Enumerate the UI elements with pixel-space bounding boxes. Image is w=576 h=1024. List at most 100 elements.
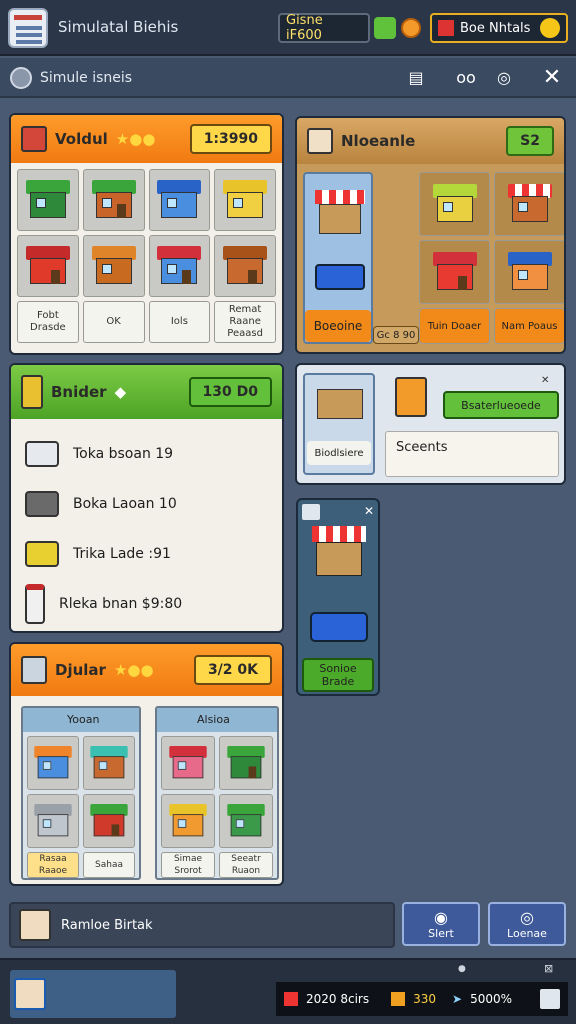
alert-icon[interactable]: ◎: [492, 66, 516, 90]
dot-icon: ●: [458, 964, 466, 974]
monitor-icon[interactable]: ▤: [404, 66, 428, 90]
app-icon[interactable]: [8, 8, 48, 48]
shop-icon: [21, 126, 47, 152]
shop-label[interactable]: OK: [82, 301, 145, 343]
arrow-icon: ➤: [452, 992, 463, 1006]
building-tile[interactable]: [214, 169, 276, 231]
tile-label[interactable]: Seeatr Ruaon: [219, 852, 273, 878]
close-icon[interactable]: ✕: [364, 504, 374, 518]
gem-icon: ◆: [114, 383, 127, 401]
star-icon: ★●●: [113, 661, 154, 679]
globe-icon: ◎: [520, 908, 534, 927]
building-tile[interactable]: [219, 794, 273, 848]
building-tile[interactable]: [83, 794, 135, 848]
gold-icon: [540, 18, 560, 38]
building-tile[interactable]: [82, 235, 145, 297]
shop-label[interactable]: Iols: [148, 301, 211, 343]
stat-1: 2020 8cirs: [306, 992, 370, 1006]
toolbar: Simule isneis ▤ oo ◎ ✕: [0, 58, 576, 98]
subpanel-b-grid: Simae Srorot Seeatr Ruaon: [157, 732, 277, 882]
panel-builder-value[interactable]: 130 D0: [188, 377, 272, 407]
panel-popular-title: Djular: [55, 661, 106, 679]
status-box[interactable]: Boe Nhtals: [430, 13, 568, 43]
edit-icon[interactable]: [302, 504, 320, 520]
builder-list: Toka bsoan 19 Boka Laoan 10 Trika Lade :…: [11, 419, 282, 629]
avatar: [14, 978, 46, 1010]
detail-card[interactable]: Biodlsiere: [303, 373, 375, 475]
panel-upgrade: ✕ Sonioe Brade: [296, 498, 380, 696]
building-tile[interactable]: [27, 794, 79, 848]
top-bar: Simulatal Biehis Gisne iF600 Boe Nhtals: [0, 0, 576, 56]
building-tile[interactable]: [148, 169, 211, 231]
list-item[interactable]: Boka Laoan 10: [11, 479, 282, 529]
building-tile[interactable]: [494, 172, 564, 236]
start-button[interactable]: ◉ Slert: [402, 902, 480, 946]
close-icon[interactable]: ✕: [541, 375, 549, 386]
list-item-label: Toka bsoan 19: [73, 446, 174, 462]
blocks-icon: [21, 375, 43, 409]
detail-field[interactable]: Sceents: [385, 431, 559, 477]
avatar: [19, 909, 51, 941]
subpanel-a: Yooan Rasaa Raaoe Sahaa: [21, 706, 141, 880]
subpanel-b-title: Alsioa: [157, 708, 277, 732]
building-tile[interactable]: [82, 169, 145, 231]
window-title: Simulatal Biehis: [58, 18, 179, 36]
add-money-icon[interactable]: [374, 17, 396, 39]
toolbar-title: Simule isneis: [40, 70, 133, 86]
panel-popular-value: 3/2 0K: [193, 655, 272, 685]
close-icon[interactable]: ⊠: [544, 962, 553, 975]
compass-icon: ◉: [434, 908, 448, 927]
stat-3: 5000%: [470, 992, 513, 1006]
panel-shops-value: 1:3990: [189, 124, 272, 154]
subpanel-b: Alsioa Simae Srorot Seeatr Ruaon: [155, 706, 279, 880]
shop-label[interactable]: Fobt Drasde: [17, 301, 79, 343]
settings-icon[interactable]: [10, 67, 32, 89]
building-tile[interactable]: [494, 240, 564, 304]
market-label[interactable]: Tuin Doaer: [419, 308, 490, 344]
panel-market-value[interactable]: S2: [506, 126, 554, 156]
panel-shops-title: Voldul: [55, 130, 108, 148]
player-bar[interactable]: Ramloe Birtak: [9, 902, 395, 948]
gamepad-icon[interactable]: [540, 989, 560, 1009]
list-item-label: Trika Lade :91: [73, 546, 171, 562]
shop-label[interactable]: Remat Raane Peaasd: [214, 301, 276, 343]
list-item[interactable]: Trika Lade :91: [11, 529, 282, 579]
building-icon: [395, 377, 427, 417]
building-tile[interactable]: [17, 235, 79, 297]
tile-label[interactable]: Rasaa Raaoe: [27, 852, 79, 878]
profile-tab[interactable]: [10, 970, 176, 1018]
list-item-label: Rleka bnan $9:80: [59, 596, 183, 612]
building-tile[interactable]: [161, 794, 215, 848]
panel-builder: Bnider ◆ 130 D0 Toka bsoan 19 Boka Laoan…: [9, 363, 284, 633]
panel-shops: Voldul ★●● 1:3990 Fobt Drasde OK Iols Re…: [9, 113, 284, 355]
detail-action-button[interactable]: Bsaterlueoede: [443, 391, 559, 419]
market-grid: Tuin Doaer Nam Poaus: [419, 172, 564, 344]
building-tile[interactable]: [83, 736, 135, 790]
panel-details: Biodlsiere Bsaterlueoede ✕ Sceents: [295, 363, 566, 485]
list-item[interactable]: Rleka bnan $9:80: [11, 579, 282, 629]
building-tile[interactable]: [419, 240, 490, 304]
market-label[interactable]: Nam Poaus: [494, 308, 564, 344]
selected-tile[interactable]: Boeoine: [303, 172, 373, 344]
building-tile[interactable]: [27, 736, 79, 790]
market-price: Gc 8 90: [373, 326, 419, 344]
panel-popular: Djular ★●● 3/2 0K Yooan Rasaa Raaoe Saha…: [9, 642, 284, 886]
glasses-icon[interactable]: oo: [454, 66, 478, 90]
list-item[interactable]: Toka bsoan 19: [11, 429, 282, 479]
building-tile[interactable]: [17, 169, 79, 231]
tile-label[interactable]: Simae Srorot: [161, 852, 215, 878]
bottle-icon: [25, 584, 45, 624]
load-button[interactable]: ◎ Loenae: [488, 902, 566, 946]
building-tile[interactable]: [148, 235, 211, 297]
status-text: Boe Nhtals: [460, 20, 531, 36]
building-tile[interactable]: [214, 235, 276, 297]
panel-builder-title: Bnider: [51, 383, 107, 401]
market-label[interactable]: Boeoine: [305, 310, 371, 342]
building-tile[interactable]: [419, 172, 490, 236]
building-tile[interactable]: [219, 736, 273, 790]
tile-label[interactable]: Sahaa: [83, 852, 135, 878]
status-bar: ● ⊠ 2020 8cirs 330 ➤ 5000%: [0, 958, 576, 1024]
close-icon[interactable]: ✕: [540, 66, 564, 90]
upgrade-button[interactable]: Sonioe Brade: [302, 658, 374, 692]
building-tile[interactable]: [161, 736, 215, 790]
